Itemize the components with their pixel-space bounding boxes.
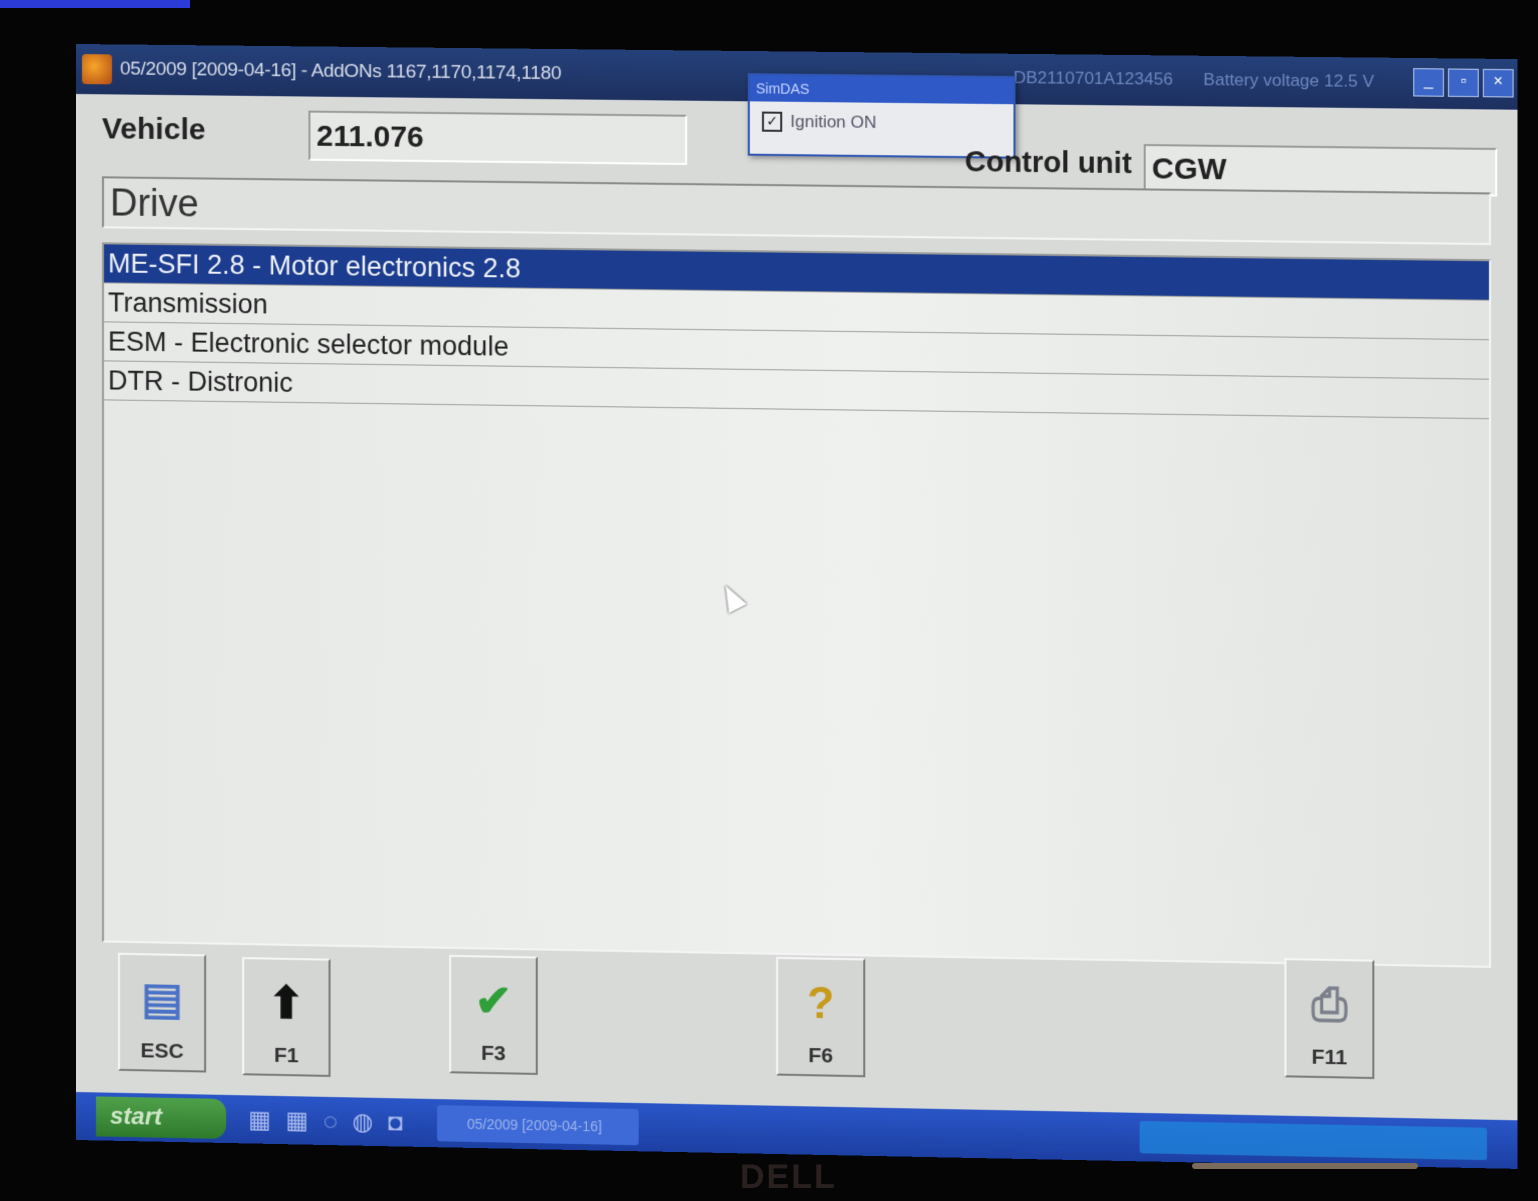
f1-button[interactable]: ⬆ F1 — [242, 957, 331, 1077]
system-tray — [1139, 1120, 1487, 1161]
close-button[interactable]: × — [1482, 68, 1514, 98]
monitor-frame: 05/2009 [2009-04-16] - AddONs 1167,1170,… — [0, 0, 1538, 1201]
f3-label: F3 — [481, 1041, 506, 1066]
f3-button[interactable]: ✔ F3 — [449, 954, 538, 1075]
bezel-light — [1192, 1163, 1418, 1169]
popup-title: SimDAS — [749, 75, 1014, 105]
ignition-checkbox[interactable]: ✓ — [761, 111, 783, 132]
ignition-option[interactable]: ✓ Ignition ON — [750, 101, 1014, 144]
screen: 05/2009 [2009-04-16] - AddONs 1167,1170,… — [76, 44, 1518, 1169]
arrow-up-icon: ⬆ — [267, 978, 305, 1029]
f11-button[interactable]: ⎙ F11 — [1284, 958, 1375, 1080]
app-logo-icon — [81, 54, 113, 85]
checkmark-icon: ✔ — [474, 976, 513, 1027]
f6-button[interactable]: ? F6 — [776, 956, 866, 1078]
control-unit-label: Control unit — [964, 146, 1132, 181]
f6-label: F6 — [808, 1043, 834, 1068]
window-controls: _ ▫ × — [1413, 68, 1514, 98]
monitor-brand-logo: DELL — [740, 1158, 837, 1196]
vehicle-label: Vehicle — [102, 112, 206, 147]
exit-door-icon: ▤ — [141, 974, 183, 1025]
vin-text: DB2110701A123456 — [1013, 67, 1173, 89]
title-status: DB2110701A123456 Battery voltage 12.5 V — [1013, 68, 1374, 92]
quick-launch-icons[interactable]: ▦ ▦ ◌ ◍ ◘ — [248, 1105, 406, 1137]
start-button[interactable]: start — [96, 1096, 227, 1140]
f11-label: F11 — [1311, 1045, 1348, 1070]
minimize-button[interactable]: _ — [1413, 68, 1444, 97]
battery-voltage: Battery voltage 12.5 V — [1203, 69, 1375, 91]
esc-label: ESC — [140, 1039, 184, 1064]
maximize-button[interactable]: ▫ — [1448, 68, 1479, 98]
control-unit-list: ME-SFI 2.8 - Motor electronics 2.8 Trans… — [102, 242, 1492, 968]
function-key-bar: ▤ ESC ⬆ F1 ✔ F3 ? F6 ⎙ F11 — [96, 944, 1493, 1105]
window-title: 05/2009 [2009-04-16] - AddONs 1167,1170,… — [120, 58, 562, 85]
help-question-icon: ? — [807, 978, 835, 1029]
taskbar-task-item[interactable]: 05/2009 [2009-04-16] — [436, 1105, 639, 1146]
vehicle-field: 211.076 — [308, 110, 688, 166]
f1-label: F1 — [274, 1043, 299, 1068]
esc-button[interactable]: ▤ ESC — [118, 952, 207, 1073]
ignition-label: Ignition ON — [790, 111, 877, 132]
top-color-strip — [0, 0, 190, 8]
printer-icon: ⎙ — [1311, 979, 1348, 1030]
